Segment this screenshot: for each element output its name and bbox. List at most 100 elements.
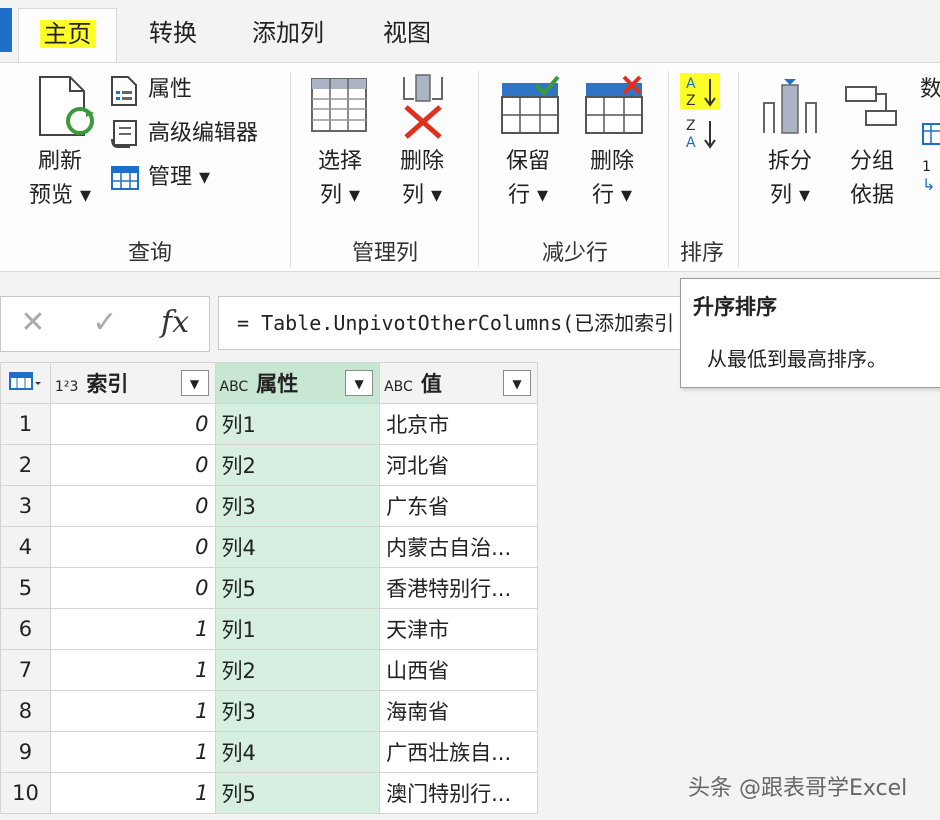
insert-function-button[interactable]: fx bbox=[145, 297, 205, 351]
row-number[interactable]: 4 bbox=[0, 526, 51, 568]
sort-ascending-button[interactable]: A Z bbox=[680, 73, 720, 109]
tooltip-body: 从最低到最高排序。 bbox=[707, 347, 887, 371]
row-number[interactable]: 3 bbox=[0, 485, 51, 527]
row-number[interactable]: 6 bbox=[0, 608, 51, 650]
column-header-attribute[interactable]: ABC 属性 ▼ bbox=[214, 362, 381, 404]
column-header-index[interactable]: 1²3 索引 ▼ bbox=[49, 362, 216, 404]
attribute-cell[interactable]: 列5 bbox=[214, 772, 381, 814]
split-column-icon bbox=[763, 79, 817, 134]
attribute-cell[interactable]: 列1 bbox=[214, 403, 381, 445]
keep-rows-icon bbox=[501, 75, 560, 134]
attribute-cell[interactable]: 列2 bbox=[214, 649, 381, 691]
table-row[interactable]: 7 1 列2 山西省 bbox=[0, 649, 538, 691]
group-label-manage-columns: 管理列 bbox=[351, 241, 418, 266]
index-cell[interactable]: 1 bbox=[49, 649, 216, 691]
index-cell[interactable]: 0 bbox=[49, 526, 216, 568]
value-cell[interactable]: 内蒙古自治... bbox=[379, 526, 538, 568]
group-by-icon bbox=[845, 86, 897, 126]
index-cell[interactable]: 0 bbox=[49, 444, 216, 486]
number-type-icon[interactable]: 1²3 bbox=[55, 379, 78, 395]
attribute-cell[interactable]: 列1 bbox=[214, 608, 381, 650]
row-number[interactable]: 9 bbox=[0, 731, 51, 773]
data-grid: 1²3 索引 ▼ ABC 属性 ▼ ABC 值 ▼ 1 0 列1 北京市 2 0 列2 河北省 3 0 列… bbox=[0, 362, 538, 820]
watermark: 头条 @跟表哥学Excel bbox=[688, 776, 908, 801]
tab-transform[interactable]: 转换 bbox=[128, 8, 218, 62]
text-type-icon[interactable]: ABC bbox=[384, 379, 413, 395]
group-label-reduce-rows: 减少行 bbox=[541, 241, 608, 266]
text-type-icon[interactable]: ABC bbox=[220, 379, 249, 395]
table-row[interactable]: 3 0 列3 广东省 bbox=[0, 485, 538, 527]
svg-text:Z: Z bbox=[686, 93, 696, 109]
group-divider bbox=[478, 71, 479, 267]
commit-formula-button[interactable]: ✓ bbox=[75, 297, 135, 351]
cancel-formula-button[interactable]: ✕ bbox=[3, 297, 63, 351]
sort-ascending-tooltip: 升序排序 从最低到最高排序。 bbox=[680, 278, 940, 388]
value-cell[interactable]: 山西省 bbox=[379, 649, 538, 691]
index-cell[interactable]: 0 bbox=[49, 485, 216, 527]
refresh-icon bbox=[39, 76, 94, 136]
index-cell[interactable]: 1 bbox=[49, 690, 216, 732]
value-cell[interactable]: 海南省 bbox=[379, 690, 538, 732]
column-header-value[interactable]: ABC 值 ▼ bbox=[379, 362, 538, 404]
ribbon: 刷新 预览 ▾ 属性 高级编辑器 管理 ▾ 查询 选择 列 ▾ 删除 列 ▾ 管… bbox=[0, 62, 940, 272]
column-filter-dropdown[interactable]: ▼ bbox=[345, 370, 374, 396]
table-icon bbox=[9, 371, 42, 390]
value-cell[interactable]: 广西壮族自... bbox=[379, 731, 538, 773]
value-cell[interactable]: 天津市 bbox=[379, 608, 538, 650]
row-number[interactable]: 7 bbox=[0, 649, 51, 691]
table-row[interactable]: 1 0 列1 北京市 bbox=[0, 403, 538, 445]
attribute-cell[interactable]: 列5 bbox=[214, 567, 381, 609]
table-icon-partial bbox=[922, 123, 940, 145]
value-cell[interactable]: 北京市 bbox=[379, 403, 538, 445]
row-number[interactable]: 1 bbox=[0, 403, 51, 445]
group-label-query: 查询 bbox=[127, 241, 172, 266]
attribute-cell[interactable]: 列4 bbox=[214, 526, 381, 568]
index-cell[interactable]: 0 bbox=[49, 567, 216, 609]
arrow-right-icon: ↳ bbox=[922, 175, 936, 194]
table-row[interactable]: 4 0 列4 内蒙古自治... bbox=[0, 526, 538, 568]
row-number[interactable]: 5 bbox=[0, 567, 51, 609]
row-number[interactable]: 2 bbox=[0, 444, 51, 486]
tooltip-title: 升序排序 bbox=[693, 295, 777, 319]
value-cell[interactable]: 河北省 bbox=[379, 444, 538, 486]
svg-text:A: A bbox=[686, 76, 696, 92]
column-filter-dropdown[interactable]: ▼ bbox=[180, 370, 209, 396]
index-cell[interactable]: 0 bbox=[49, 403, 216, 445]
index-cell[interactable]: 1 bbox=[49, 731, 216, 773]
attribute-cell[interactable]: 列3 bbox=[214, 690, 381, 732]
svg-text:A: A bbox=[686, 135, 696, 151]
attribute-cell[interactable]: 列2 bbox=[214, 444, 381, 486]
value-cell[interactable]: 广东省 bbox=[379, 485, 538, 527]
replace-values-partial[interactable]: 1 bbox=[922, 159, 931, 175]
table-row[interactable]: 2 0 列2 河北省 bbox=[0, 444, 538, 486]
data-type-button-partial[interactable]: 数 bbox=[920, 75, 940, 105]
table-row[interactable]: 10 1 列5 澳门特别行... bbox=[0, 772, 538, 814]
sort-descending-button[interactable]: Z A bbox=[680, 115, 720, 151]
table-row[interactable]: 9 1 列4 广西壮族自... bbox=[0, 731, 538, 773]
group-divider bbox=[738, 71, 739, 267]
tab-home[interactable]: 主页 bbox=[18, 8, 117, 63]
table-menu-button[interactable] bbox=[0, 362, 51, 404]
attribute-cell[interactable]: 列4 bbox=[214, 731, 381, 773]
formula-input[interactable]: = Table.UnpivotOtherColumns(已添加索引 bbox=[218, 296, 698, 350]
attribute-cell[interactable]: 列3 bbox=[214, 485, 381, 527]
table-row[interactable]: 5 0 列5 香港特别行... bbox=[0, 567, 538, 609]
index-cell[interactable]: 1 bbox=[49, 608, 216, 650]
sort-descending-icon: Z A bbox=[686, 118, 716, 151]
file-tab[interactable] bbox=[0, 8, 12, 52]
index-cell[interactable]: 1 bbox=[49, 772, 216, 814]
row-number[interactable]: 8 bbox=[0, 690, 51, 732]
table-row[interactable]: 6 1 列1 天津市 bbox=[0, 608, 538, 650]
value-cell[interactable]: 香港特别行... bbox=[379, 567, 538, 609]
group-label-sort: 排序 bbox=[679, 241, 724, 266]
tab-add-column[interactable]: 添加列 bbox=[238, 8, 338, 62]
svg-text:Z: Z bbox=[686, 118, 696, 134]
table-row[interactable]: 8 1 列3 海南省 bbox=[0, 690, 538, 732]
value-cell[interactable]: 澳门特别行... bbox=[379, 772, 538, 814]
row-number[interactable]: 10 bbox=[0, 772, 51, 814]
tab-view[interactable]: 视图 bbox=[362, 8, 452, 62]
group-divider bbox=[668, 71, 669, 267]
manage-table-icon bbox=[111, 166, 139, 190]
column-filter-dropdown[interactable]: ▼ bbox=[503, 370, 531, 396]
group-divider bbox=[290, 71, 291, 267]
